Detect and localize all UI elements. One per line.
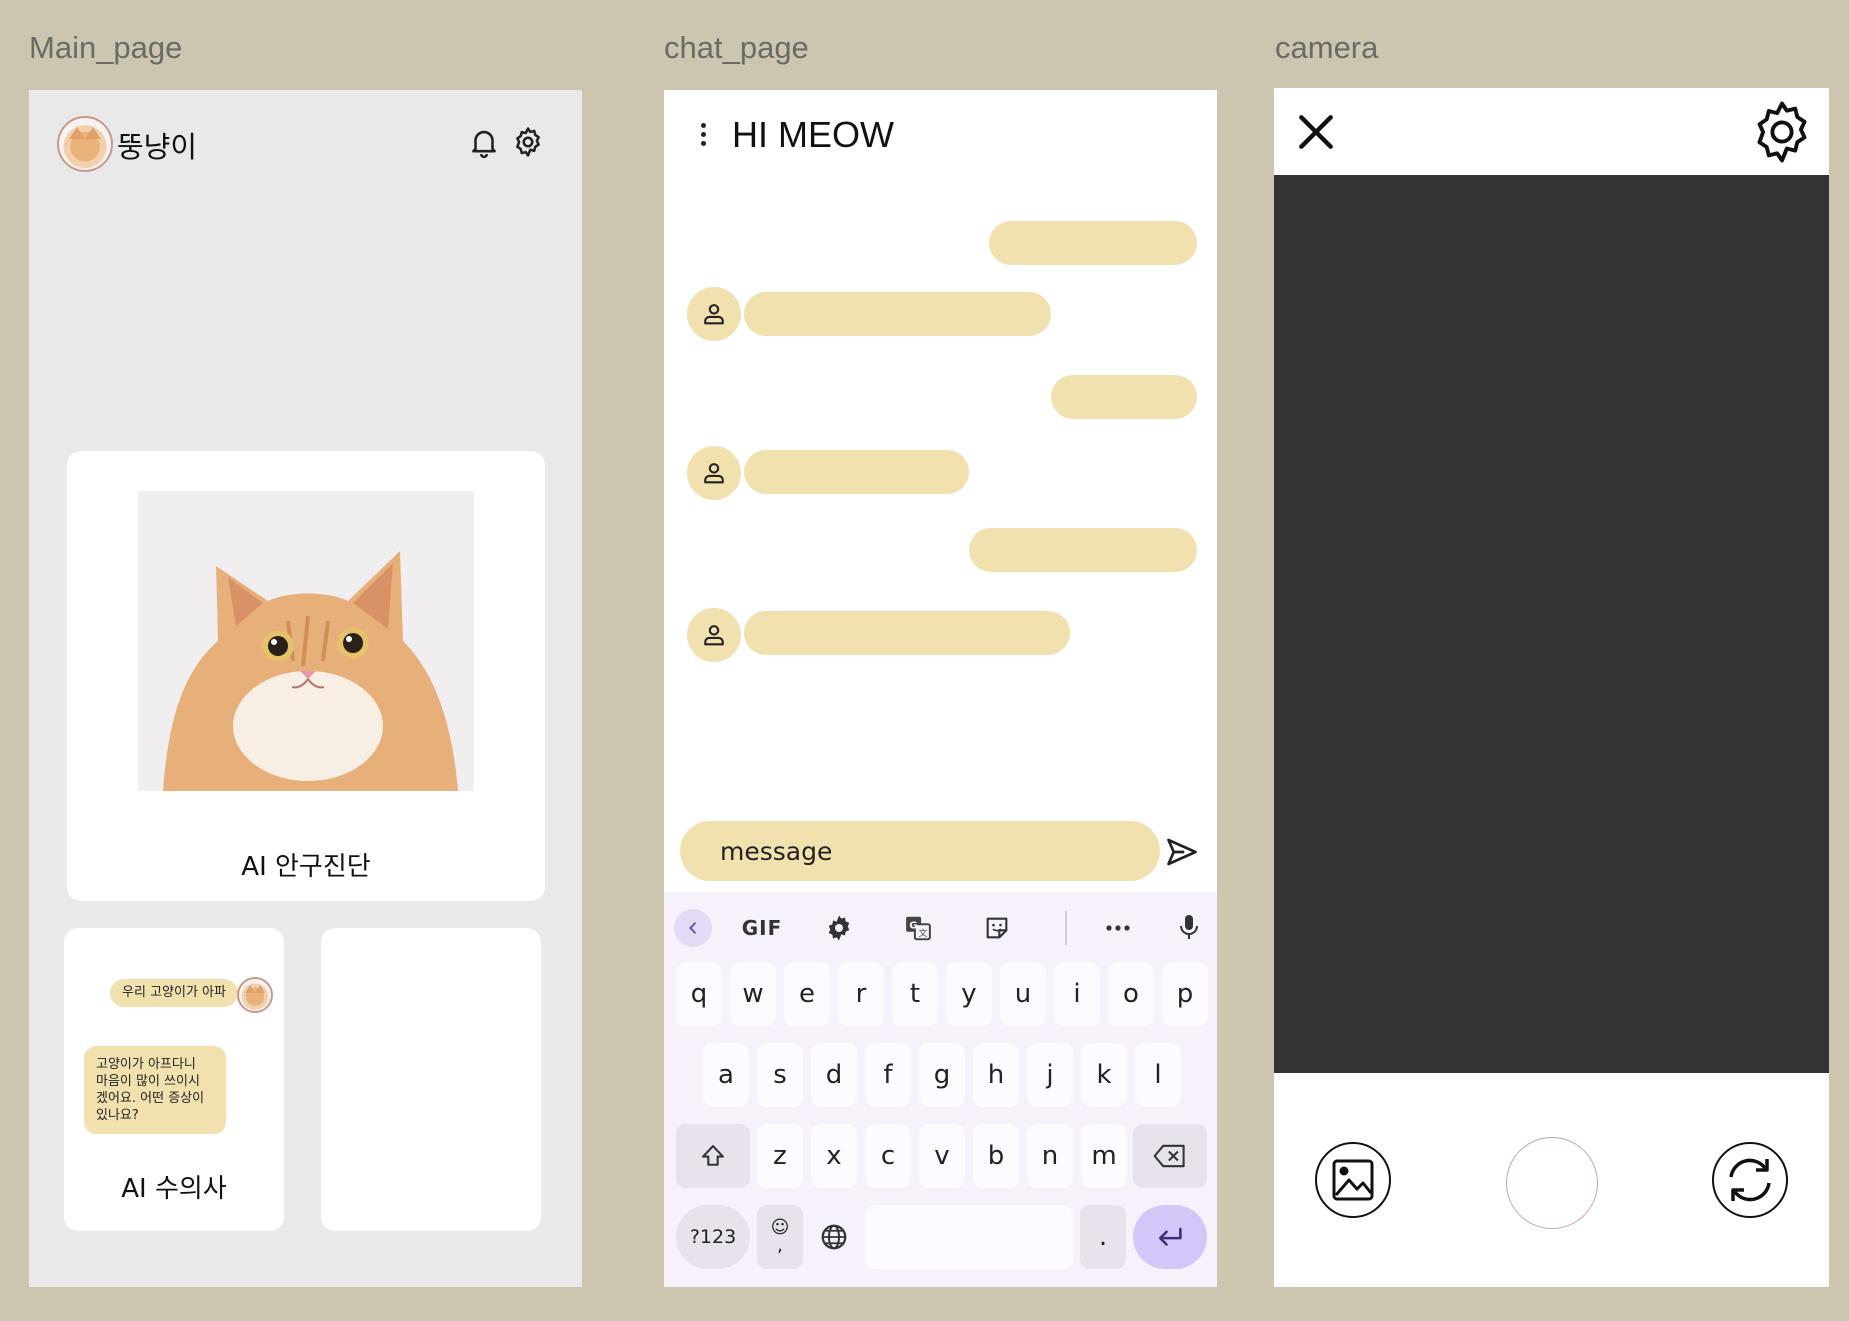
incoming-message-bubble [744,450,969,494]
gif-button[interactable]: GIF [737,908,787,948]
key-f[interactable]: f [865,1043,911,1107]
key-n[interactable]: n [1027,1124,1073,1188]
globe-icon [821,1224,847,1250]
svg-text:文: 文 [919,927,928,939]
key-z[interactable]: z [757,1124,803,1188]
key-p[interactable]: p [1162,962,1208,1026]
key-b[interactable]: b [973,1124,1019,1188]
enter-key[interactable] [1133,1205,1207,1269]
ai-vet-card[interactable]: 우리 고양이가 아파 고양이가 아프다니 마음이 많이 쓰이시 겠어요. 어떤 … [64,928,284,1231]
key-v[interactable]: v [919,1124,965,1188]
chat-page-frame: HI MEOW GIF [664,90,1217,1287]
ai-vet-title: AI 수의사 [121,1174,227,1204]
shift-key[interactable] [676,1124,750,1188]
switch-camera-icon[interactable] [1711,1141,1789,1219]
key-k[interactable]: k [1081,1043,1127,1107]
svg-text:G: G [909,921,917,932]
emoji-key-bottom: , [777,1235,783,1256]
sticker-icon[interactable] [977,908,1017,948]
shutter-button[interactable] [1506,1137,1598,1229]
keyboard-back-icon[interactable] [674,909,712,947]
user-message-bubble: 우리 고양이가 아파 [110,979,238,1007]
keyboard: GIF G文 q w e r t y u i o p a s d f g h j… [664,892,1217,1287]
key-w[interactable]: w [730,962,776,1026]
backspace-icon [1153,1144,1185,1168]
key-g[interactable]: g [919,1043,965,1107]
camera-frame [1274,88,1829,1287]
key-q[interactable]: q [676,962,722,1026]
eye-diagnosis-card[interactable]: AI 안구진단 [67,451,545,901]
bot-avatar [687,608,741,662]
key-u[interactable]: u [1000,962,1046,1026]
key-e[interactable]: e [784,962,830,1026]
bot-message-line: 마음이 많이 쓰이시 [96,1074,200,1089]
key-m[interactable]: m [1081,1124,1127,1188]
gear-icon[interactable] [511,125,545,159]
bot-avatar [687,446,741,500]
eye-diagnosis-title: AI 안구진단 [241,852,371,882]
globe-key[interactable] [811,1205,857,1269]
incoming-message-bubble [744,292,1051,336]
frame-label-camera: camera [1275,30,1379,65]
profile-avatar[interactable] [57,116,113,172]
chat-title: HI MEOW [732,114,894,155]
shift-icon [702,1145,724,1166]
key-l[interactable]: l [1135,1043,1181,1107]
mic-icon[interactable] [1169,908,1209,948]
more-horiz-icon[interactable] [1098,908,1138,948]
outgoing-message-bubble [1051,375,1197,419]
key-h[interactable]: h [973,1043,1019,1107]
empty-card[interactable] [321,928,541,1231]
person-icon [704,463,724,484]
key-o[interactable]: o [1108,962,1154,1026]
outgoing-message-bubble [969,528,1197,572]
cat-avatar-small [237,977,273,1013]
frame-label-chat: chat_page [664,30,809,65]
bot-message-bubble: 고양이가 아프다니 마음이 많이 쓰이시 겠어요. 어떤 증상이 있나요? [84,1046,226,1134]
bot-avatar [687,287,741,341]
key-s[interactable]: s [757,1043,803,1107]
profile-name: 뚱냥이 [117,130,198,164]
symbols-key[interactable]: ?123 [676,1205,750,1269]
gallery-icon[interactable] [1314,1141,1392,1219]
period-key[interactable]: . [1080,1205,1126,1269]
key-r[interactable]: r [838,962,884,1026]
send-icon[interactable] [1164,834,1200,870]
settings-icon[interactable] [1746,96,1818,168]
more-vert-icon[interactable] [698,123,708,151]
emoji-key[interactable]: ☺ , [757,1205,803,1269]
main-page-frame: 뚱냥이 AI 안구진단 우리 고양이가 아파 고양이가 아프다니 마음이 많이 … [29,90,582,1287]
key-d[interactable]: d [811,1043,857,1107]
backspace-key[interactable] [1133,1124,1207,1188]
key-j[interactable]: j [1027,1043,1073,1107]
incoming-message-bubble [744,611,1070,655]
bell-icon[interactable] [467,125,501,159]
bot-message-line: 있나요? [96,1108,139,1123]
key-i[interactable]: i [1054,962,1100,1026]
bot-message-line: 고양이가 아프다니 [96,1057,196,1072]
outgoing-message-bubble [989,221,1197,265]
key-a[interactable]: a [703,1043,749,1107]
frame-label-main: Main_page [29,30,183,65]
key-y[interactable]: y [946,962,992,1026]
enter-icon [1158,1227,1182,1246]
keyboard-settings-icon[interactable] [819,908,859,948]
translate-icon[interactable]: G文 [898,908,938,948]
camera-viewfinder [1274,175,1829,1073]
message-input[interactable] [680,821,1160,881]
cat-photo [138,491,474,791]
space-key[interactable] [865,1205,1073,1269]
key-c[interactable]: c [865,1124,911,1188]
key-x[interactable]: x [811,1124,857,1188]
key-t[interactable]: t [892,962,938,1026]
person-icon [704,304,724,325]
toolbar-divider [1065,911,1067,945]
close-icon[interactable] [1294,110,1338,154]
person-icon [704,625,724,646]
bot-message-line: 겠어요. 어떤 증상이 [96,1091,205,1106]
